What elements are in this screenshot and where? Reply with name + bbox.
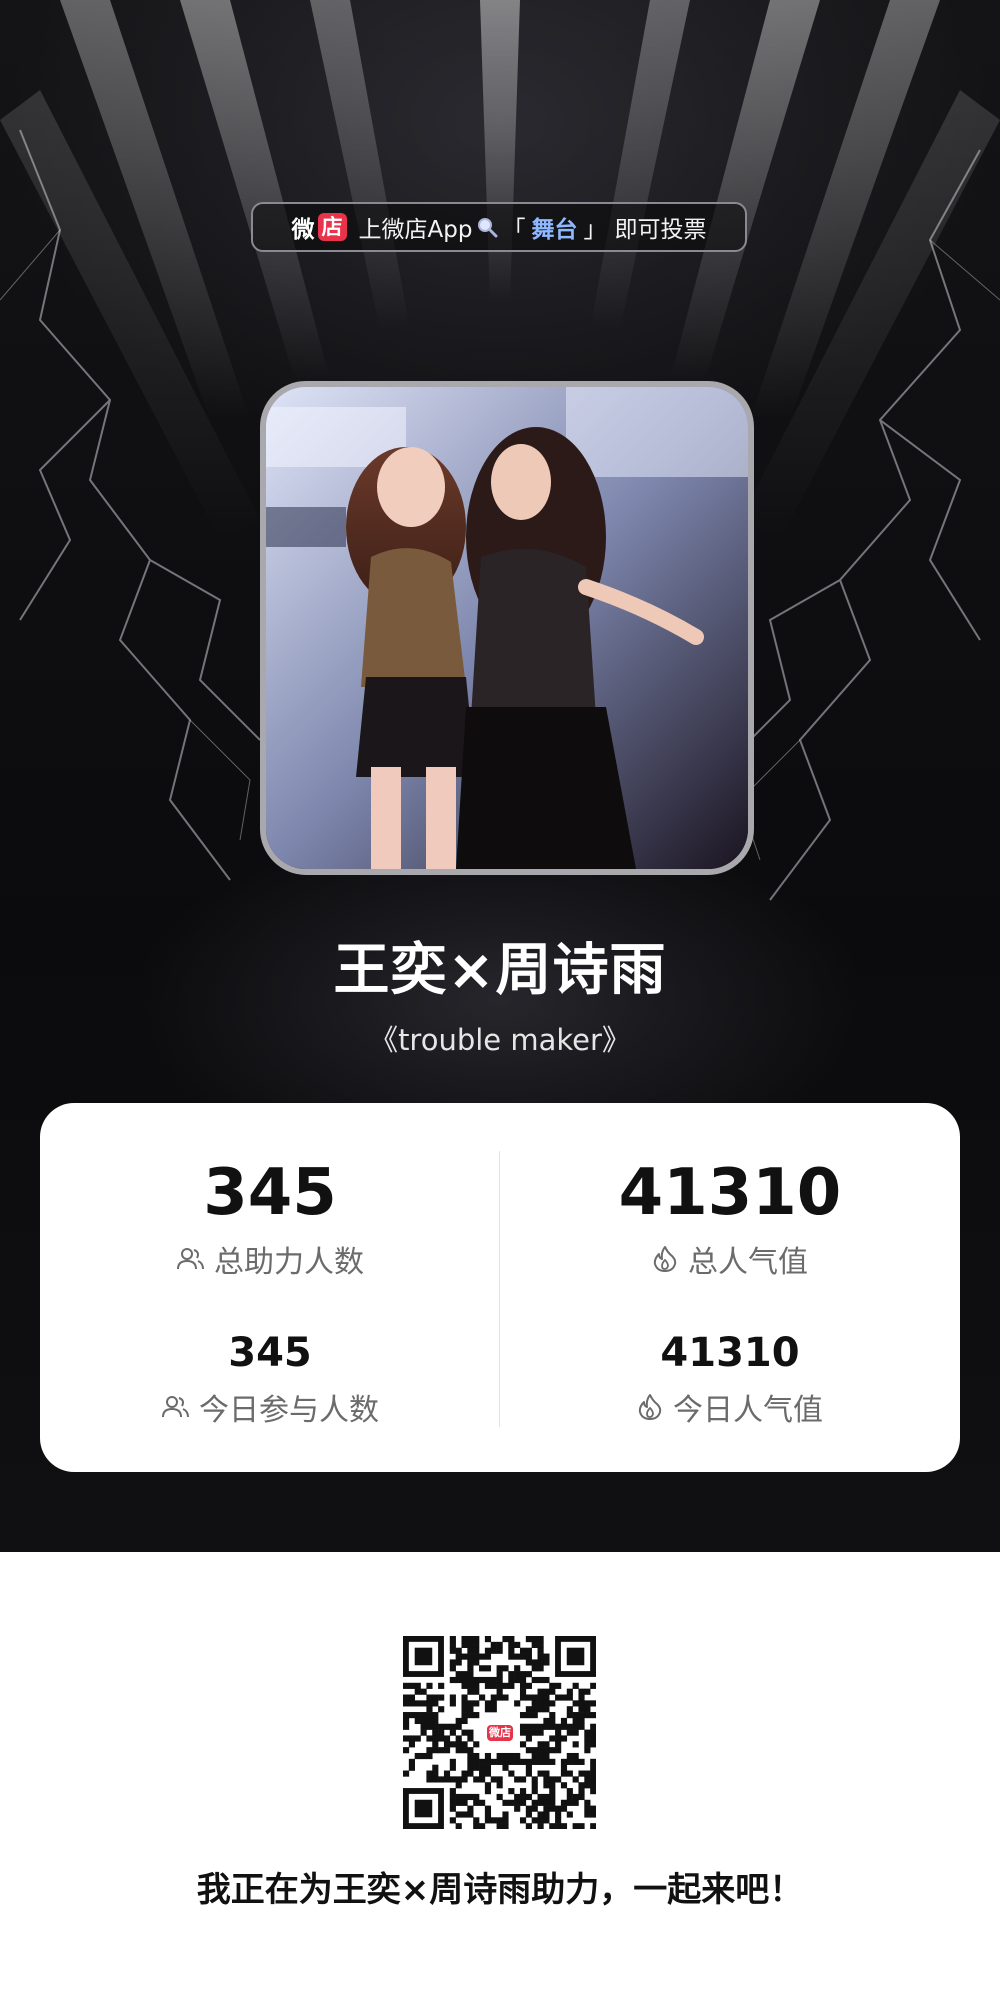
banner-prefix: 上微店App xyxy=(358,217,473,243)
song-title: 《trouble maker》 xyxy=(369,1023,631,1057)
banner-suffix: 即可投票 xyxy=(614,217,707,243)
vote-instruction-banner[interactable]: 微店 上微店App 「 舞台 」 即可投票 xyxy=(251,202,747,252)
qr-finder-pattern xyxy=(414,1647,433,1666)
qr-finder-pattern xyxy=(566,1647,585,1666)
people-icon xyxy=(162,1396,189,1418)
stat-today-popularity: 41310 今日人气值 xyxy=(540,1327,920,1429)
banner-open-bracket: 「 xyxy=(502,217,526,243)
stat-value: 41310 xyxy=(660,1330,800,1376)
stat-label: 今日人气值 xyxy=(673,1393,823,1428)
qr-code[interactable]: 微店 xyxy=(403,1636,597,1830)
footer-message: 我正在为王奕×周诗雨助力，一起来吧！ xyxy=(196,1870,804,1910)
stats-divider xyxy=(499,1151,500,1427)
weidian-logo: 微店 xyxy=(292,210,347,244)
stats-card: 345 总助力人数 41310 总人气值 345 今日参与人数 41310 今日… xyxy=(40,1103,960,1472)
qr-center-logo: 微店 xyxy=(485,1718,515,1748)
banner-keyword: 舞台 xyxy=(531,217,578,243)
stat-value: 345 xyxy=(203,1156,337,1230)
stat-label: 今日参与人数 xyxy=(199,1393,379,1428)
stat-total-popularity: 41310 总人气值 xyxy=(540,1155,920,1281)
stat-label: 总助力人数 xyxy=(214,1245,364,1280)
search-icon xyxy=(478,218,498,238)
artist-names: 王奕×周诗雨 xyxy=(333,938,667,1003)
flame-icon xyxy=(638,1394,662,1420)
stat-value: 41310 xyxy=(618,1156,842,1230)
stage-background: 微店 上微店App 「 舞台 」 即可投票 王奕×周诗雨 《trouble ma… xyxy=(0,0,1000,1552)
stat-value: 345 xyxy=(228,1330,312,1376)
performance-photo xyxy=(260,381,754,875)
stat-today-participants: 345 今日参与人数 xyxy=(80,1327,460,1429)
flame-icon xyxy=(653,1246,677,1272)
performance-image xyxy=(266,387,748,869)
stat-label: 总人气值 xyxy=(688,1245,808,1280)
stat-total-supporters: 345 总助力人数 xyxy=(80,1155,460,1281)
qr-finder-pattern xyxy=(414,1799,433,1818)
people-icon xyxy=(177,1248,204,1270)
banner-close-bracket: 」 xyxy=(583,217,607,243)
